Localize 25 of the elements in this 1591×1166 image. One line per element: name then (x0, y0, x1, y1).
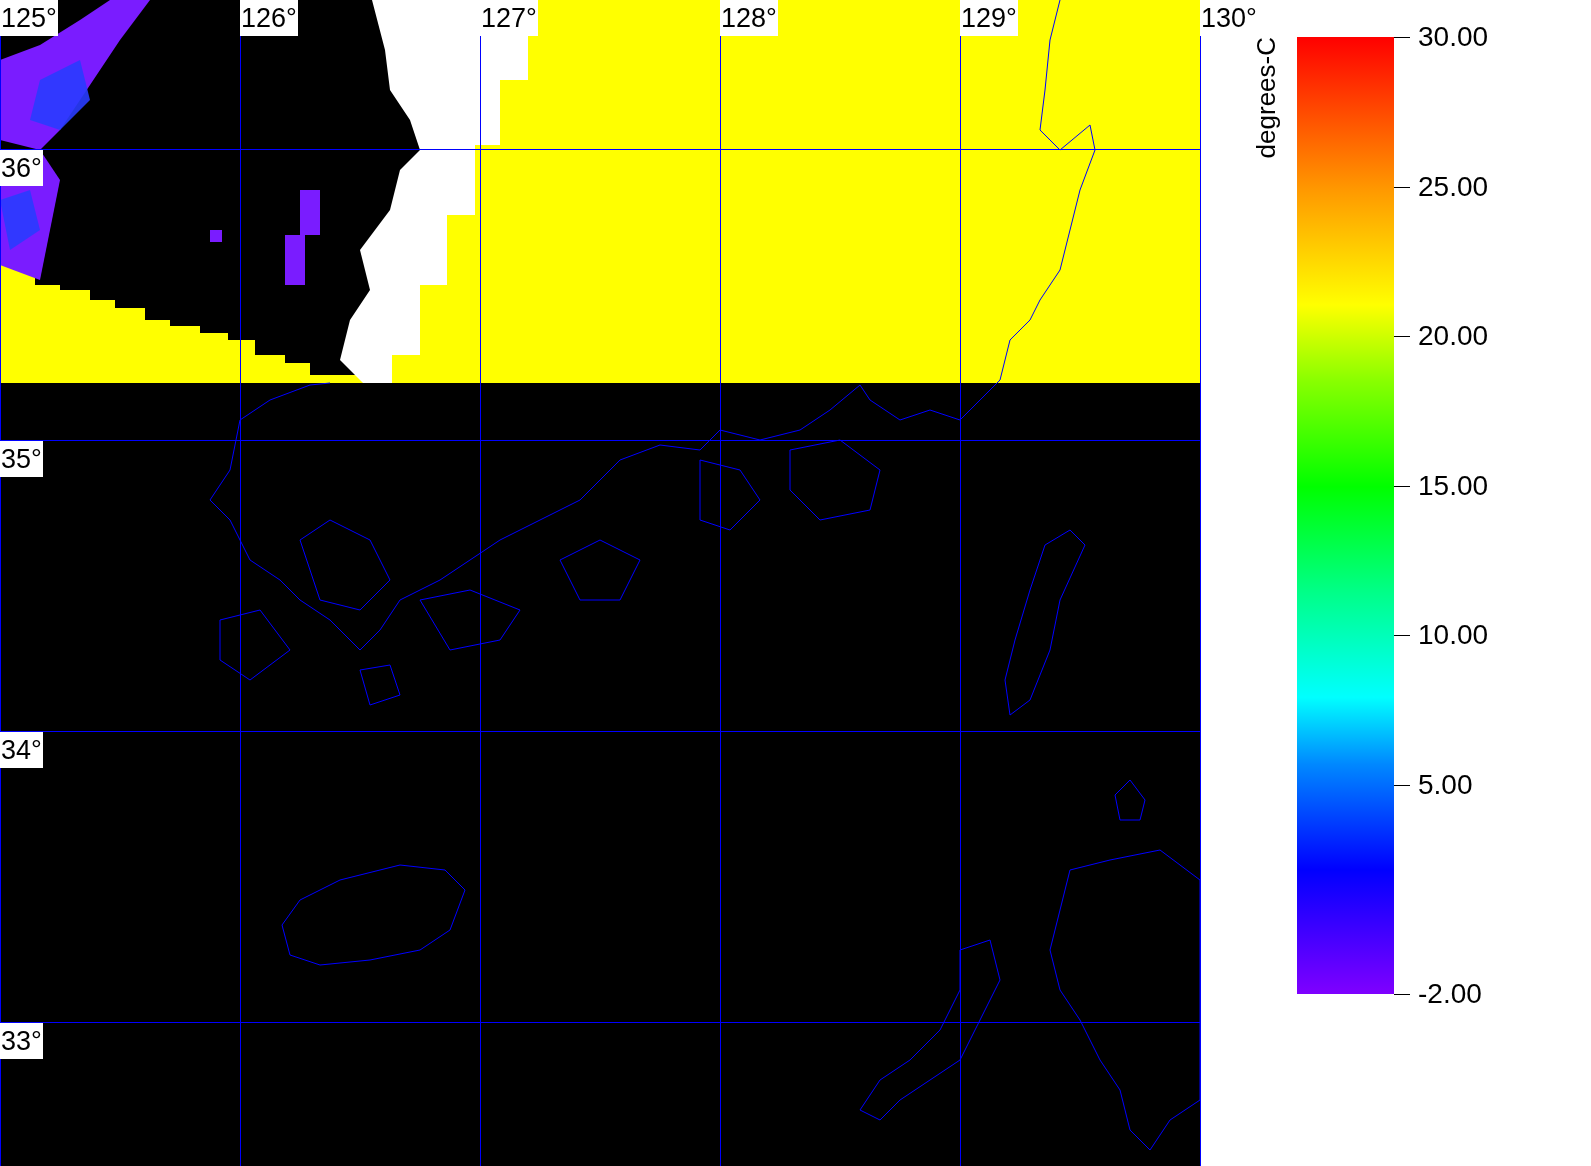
tick-mark (1394, 37, 1410, 38)
tick-label: 25.00 (1418, 170, 1489, 203)
latitude-label: 34° (0, 732, 43, 768)
tick-label: 20.00 (1418, 320, 1489, 353)
latitude-label: 35° (0, 441, 43, 477)
latitude-label: 33° (0, 1023, 43, 1059)
longitude-label: 130° (1200, 0, 1258, 36)
colorbar-title: degrees-C (1250, 37, 1282, 159)
latitude-label: 36° (0, 150, 43, 186)
longitude-label: 128° (720, 0, 778, 36)
tick-mark (1394, 485, 1410, 487)
longitude-label: 125° (0, 0, 58, 36)
tick-label: 5.00 (1418, 768, 1473, 801)
tick-label: 30.00 (1418, 21, 1489, 53)
tick-mark (1394, 186, 1410, 188)
tick-mark (1394, 336, 1410, 338)
tick-label: 10.00 (1418, 619, 1489, 652)
longitude-label: 129° (960, 0, 1018, 36)
tick-mark (1394, 635, 1410, 637)
longitude-label: 127° (480, 0, 538, 36)
longitude-label: 126° (240, 0, 298, 36)
tick-label: 15.00 (1418, 469, 1489, 502)
tick-mark (1394, 994, 1410, 995)
tick-label: -2.00 (1418, 978, 1482, 1010)
tick-mark (1394, 784, 1410, 786)
